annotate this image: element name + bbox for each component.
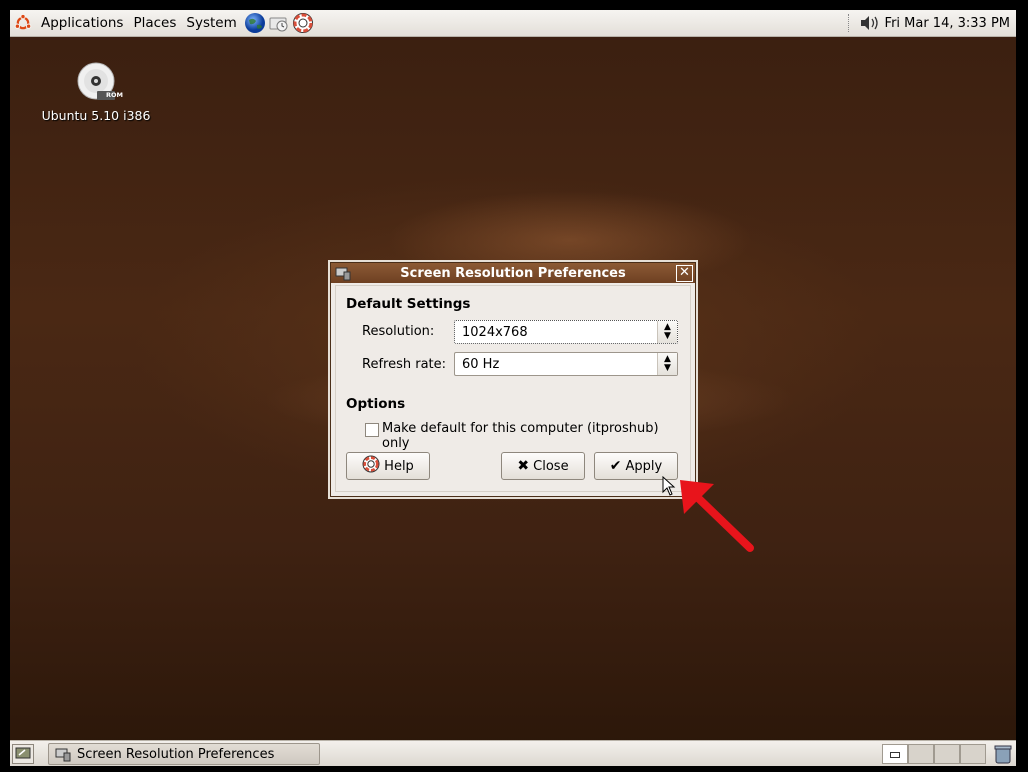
evolution-mail-icon[interactable] <box>268 12 290 34</box>
workspace-1[interactable] <box>882 744 908 764</box>
show-desktop-icon[interactable] <box>12 744 34 764</box>
dialog-title: Screen Resolution Preferences <box>400 265 626 281</box>
checkmark-icon: ✔ <box>609 458 622 474</box>
panel-right-area: Fri Mar 14, 3:33 PM <box>847 10 1016 36</box>
help-lifebuoy-icon[interactable] <box>292 12 314 34</box>
resolution-select[interactable]: 1024x768 ▲ ▼ <box>454 320 678 344</box>
annotation-arrow-icon <box>680 480 754 552</box>
dialog-body: Default Settings Resolution: 1024x768 ▲ ▼… <box>335 285 691 492</box>
help-button-label: Help <box>384 458 414 474</box>
chevron-up-down-icon: ▲ ▼ <box>657 321 677 343</box>
bottom-panel: Screen Resolution Preferences <box>10 740 1016 766</box>
display-settings-icon[interactable] <box>335 265 351 281</box>
refresh-rate-value: 60 Hz <box>462 357 500 372</box>
desktop-icon-cdrom[interactable]: ROM Ubuntu 5.10 i386 <box>34 62 158 123</box>
help-lifebuoy-icon <box>362 455 380 477</box>
close-button[interactable]: ✖ Close <box>501 452 585 480</box>
apply-button-label: Apply <box>625 458 663 474</box>
refresh-rate-label: Refresh rate: <box>362 357 447 372</box>
close-button-label: Close <box>533 458 569 474</box>
resolution-label: Resolution: <box>362 324 435 339</box>
section-default-settings: Default Settings <box>346 296 471 312</box>
make-default-checkbox[interactable] <box>365 423 379 437</box>
menu-system[interactable]: System <box>181 10 241 36</box>
ubuntu-logo-icon[interactable] <box>14 13 32 32</box>
workspace-3[interactable] <box>934 744 960 764</box>
taskbar-window-label: Screen Resolution Preferences <box>77 746 275 762</box>
display-settings-icon <box>55 746 71 762</box>
workspace-4[interactable] <box>960 744 986 764</box>
make-default-label[interactable]: Make default for this computer (itproshu… <box>382 421 690 451</box>
menu-applications[interactable]: Applications <box>36 10 128 36</box>
desktop: Applications Places System Fri Mar 14, 3… <box>10 10 1016 766</box>
chevron-up-down-icon: ▲ ▼ <box>657 353 677 375</box>
close-x-icon: ✖ <box>517 458 530 474</box>
workspace-window-mini <box>890 752 900 758</box>
volume-icon[interactable] <box>859 13 881 33</box>
close-window-icon[interactable]: ✕ <box>676 265 693 282</box>
resolution-value: 1024x768 <box>462 325 528 340</box>
help-button[interactable]: Help <box>346 452 430 480</box>
menu-places[interactable]: Places <box>128 10 181 36</box>
section-options: Options <box>346 396 406 412</box>
refresh-rate-select[interactable]: 60 Hz ▲ ▼ <box>454 352 678 376</box>
desktop-icon-label: Ubuntu 5.10 i386 <box>41 108 151 123</box>
trash-icon[interactable] <box>993 743 1013 765</box>
screen-resolution-dialog: Screen Resolution Preferences ✕ Default … <box>330 262 696 497</box>
clock[interactable]: Fri Mar 14, 3:33 PM <box>885 16 1016 31</box>
firefox-globe-icon[interactable] <box>244 12 266 34</box>
taskbar-window-button[interactable]: Screen Resolution Preferences <box>48 743 320 765</box>
panel-separator <box>847 14 851 32</box>
top-panel: Applications Places System Fri Mar 14, 3… <box>10 10 1016 37</box>
workspace-2[interactable] <box>908 744 934 764</box>
rom-badge: ROM <box>106 91 123 99</box>
dialog-titlebar[interactable]: Screen Resolution Preferences ✕ <box>331 263 695 283</box>
